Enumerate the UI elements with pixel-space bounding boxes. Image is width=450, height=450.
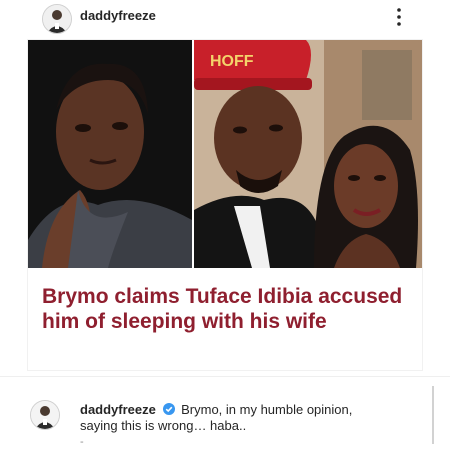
more-options-icon[interactable]: [393, 6, 405, 28]
comment-line-1: daddyfreeze Brymo, in my humble opinion,: [80, 401, 420, 418]
comment-trailing-dash: -: [80, 436, 84, 448]
section-divider: [0, 376, 450, 377]
cap-text: HOFF: [210, 53, 254, 70]
post-image-card[interactable]: HOFF Brymo claims Tuface Idibia accused …: [28, 40, 422, 370]
comment-text-line1: Brymo, in my humble opinion,: [181, 402, 353, 417]
comment-text-line2: saying this is wrong… haba..: [80, 418, 247, 433]
tuface-and-wife-photo: HOFF: [194, 40, 422, 268]
comment-avatar-image: [31, 401, 59, 429]
verified-badge-icon: [162, 403, 175, 415]
comment-avatar[interactable]: [30, 400, 60, 430]
post-username[interactable]: daddyfreeze: [80, 8, 156, 23]
comment-username[interactable]: daddyfreeze: [80, 402, 156, 417]
profile-avatar-image: [43, 5, 71, 33]
scrollbar[interactable]: [432, 386, 434, 444]
profile-avatar[interactable]: [42, 4, 72, 34]
brymo-photo: [28, 40, 192, 268]
post-header: daddyfreeze: [0, 0, 450, 36]
post-headline: Brymo claims Tuface Idibia accused him o…: [42, 285, 403, 333]
